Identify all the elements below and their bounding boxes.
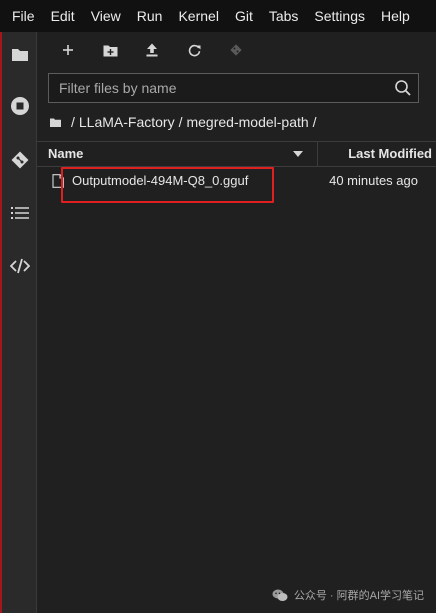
menu-tabs[interactable]: Tabs <box>261 0 307 32</box>
running-icon[interactable] <box>4 90 36 122</box>
menu-run[interactable]: Run <box>129 0 171 32</box>
listing-header: Name Last Modified <box>37 141 436 167</box>
watermark: 公众号 · 阿群的AI学习笔记 <box>272 587 424 603</box>
new-folder-button[interactable] <box>96 36 124 64</box>
menu-kernel[interactable]: Kernel <box>170 0 226 32</box>
git-clone-icon <box>230 44 242 56</box>
breadcrumb-megred-model-path[interactable]: megred-model-path <box>186 114 308 130</box>
jupyterlab-window: File Edit View Run Kernel Git Tabs Setti… <box>0 0 436 613</box>
new-launcher-button[interactable] <box>54 36 82 64</box>
filter-files-input[interactable] <box>49 74 379 102</box>
menu-settings[interactable]: Settings <box>306 0 373 32</box>
menu-edit[interactable]: Edit <box>43 0 83 32</box>
breadcrumb-folder-icon[interactable] <box>50 118 61 127</box>
file-browser-toolbar <box>37 32 436 68</box>
upload-button[interactable] <box>138 36 166 64</box>
breadcrumb: / LLaMA-Factory / megred-model-path / <box>50 112 321 132</box>
column-header-last-modified[interactable]: Last Modified <box>319 142 436 166</box>
refresh-icon <box>188 44 200 56</box>
refresh-button[interactable] <box>180 36 208 64</box>
menu-git[interactable]: Git <box>227 0 261 32</box>
wechat-icon <box>272 589 288 601</box>
sort-caret-icon <box>293 151 303 157</box>
left-sidebar <box>0 32 36 613</box>
folder-icon[interactable] <box>4 38 36 70</box>
menubar: File Edit View Run Kernel Git Tabs Setti… <box>0 0 436 32</box>
git-icon[interactable] <box>4 144 36 176</box>
highlight-annotation-box <box>61 167 274 203</box>
file-last-modified: 40 minutes ago <box>329 173 418 188</box>
new-folder-icon <box>103 45 117 56</box>
menu-file[interactable]: File <box>4 0 43 32</box>
column-name-label: Name <box>48 146 84 161</box>
toc-icon[interactable] <box>4 197 36 229</box>
upload-icon <box>146 43 158 57</box>
breadcrumb-separator: / <box>178 114 183 130</box>
filter-files-box <box>48 73 419 103</box>
breadcrumb-llama-factory[interactable]: LLaMA-Factory <box>79 114 175 130</box>
menu-help[interactable]: Help <box>373 0 418 32</box>
search-icon <box>395 80 411 96</box>
extensions-icon[interactable] <box>4 250 36 282</box>
new-launcher-icon <box>63 45 73 55</box>
file-browser-panel: / LLaMA-Factory / megred-model-path / Na… <box>37 32 436 613</box>
column-modified-label: Last Modified <box>348 146 432 161</box>
column-header-name[interactable]: Name <box>37 142 318 166</box>
menu-view[interactable]: View <box>83 0 129 32</box>
breadcrumb-separator: / <box>71 114 75 130</box>
git-clone-button[interactable] <box>222 36 250 64</box>
breadcrumb-separator: / <box>312 114 317 130</box>
watermark-text: 公众号 · 阿群的AI学习笔记 <box>293 590 424 602</box>
